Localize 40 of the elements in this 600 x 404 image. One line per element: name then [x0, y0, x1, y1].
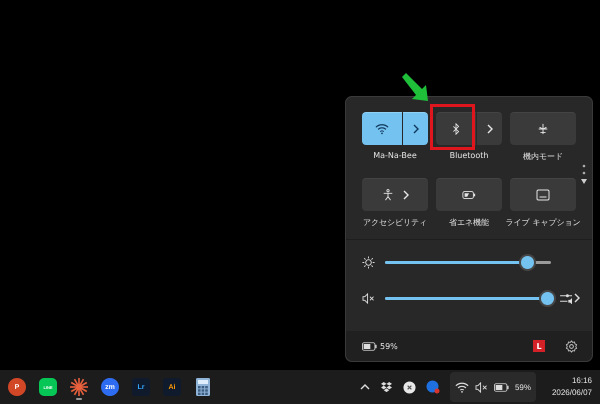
settings-icon[interactable] [565, 340, 578, 352]
toggle-button[interactable] [510, 112, 576, 145]
app-badge[interactable]: L [533, 340, 545, 352]
tile-label: Bluetooth [450, 151, 488, 160]
tile-label: 機内モード [523, 151, 563, 162]
chevron-icon [574, 293, 580, 303]
tray-app-button[interactable] [380, 382, 393, 392]
dropbox-icon [380, 382, 393, 392]
clock-button[interactable]: 16:16 2026/06/07 [552, 375, 592, 399]
tile-label: アクセシビリティ [363, 217, 427, 228]
close-circle-icon [402, 380, 416, 394]
tile-label: ライブ キャプション [506, 217, 580, 228]
wifi-icon [375, 123, 389, 135]
brightness-icon [362, 256, 375, 268]
slider-thumb[interactable] [540, 292, 554, 304]
toggle-button[interactable] [436, 178, 502, 211]
audio-output-button[interactable] [560, 292, 580, 304]
show-hidden-icons-button[interactable] [360, 384, 370, 390]
wifi-icon [454, 382, 469, 392]
chevron-icon [486, 124, 492, 134]
battery-icon [362, 342, 377, 350]
chevron-up-icon [360, 384, 370, 390]
toggle-button[interactable] [362, 178, 428, 211]
tile-label: Ma-Na-Bee [373, 151, 417, 160]
slider-thumb[interactable] [520, 256, 534, 268]
battery-leaf-icon [462, 189, 476, 201]
captions-icon [536, 189, 550, 201]
toggle-button[interactable] [510, 178, 576, 211]
battery-icon [494, 382, 509, 392]
chevron-icon [403, 190, 409, 200]
tile-label: 省エネ機能 [449, 217, 489, 228]
app-icon [426, 380, 440, 394]
battery-percentage: 59% [380, 342, 398, 350]
mixer-icon [560, 292, 573, 304]
expand-button[interactable] [477, 112, 502, 145]
network-sound-battery-button[interactable]: 59% [450, 372, 536, 402]
accessibility-icon [381, 189, 395, 201]
chevron-icon [412, 124, 418, 134]
tray-app-button[interactable] [402, 380, 416, 394]
toggle-button[interactable] [436, 112, 476, 145]
